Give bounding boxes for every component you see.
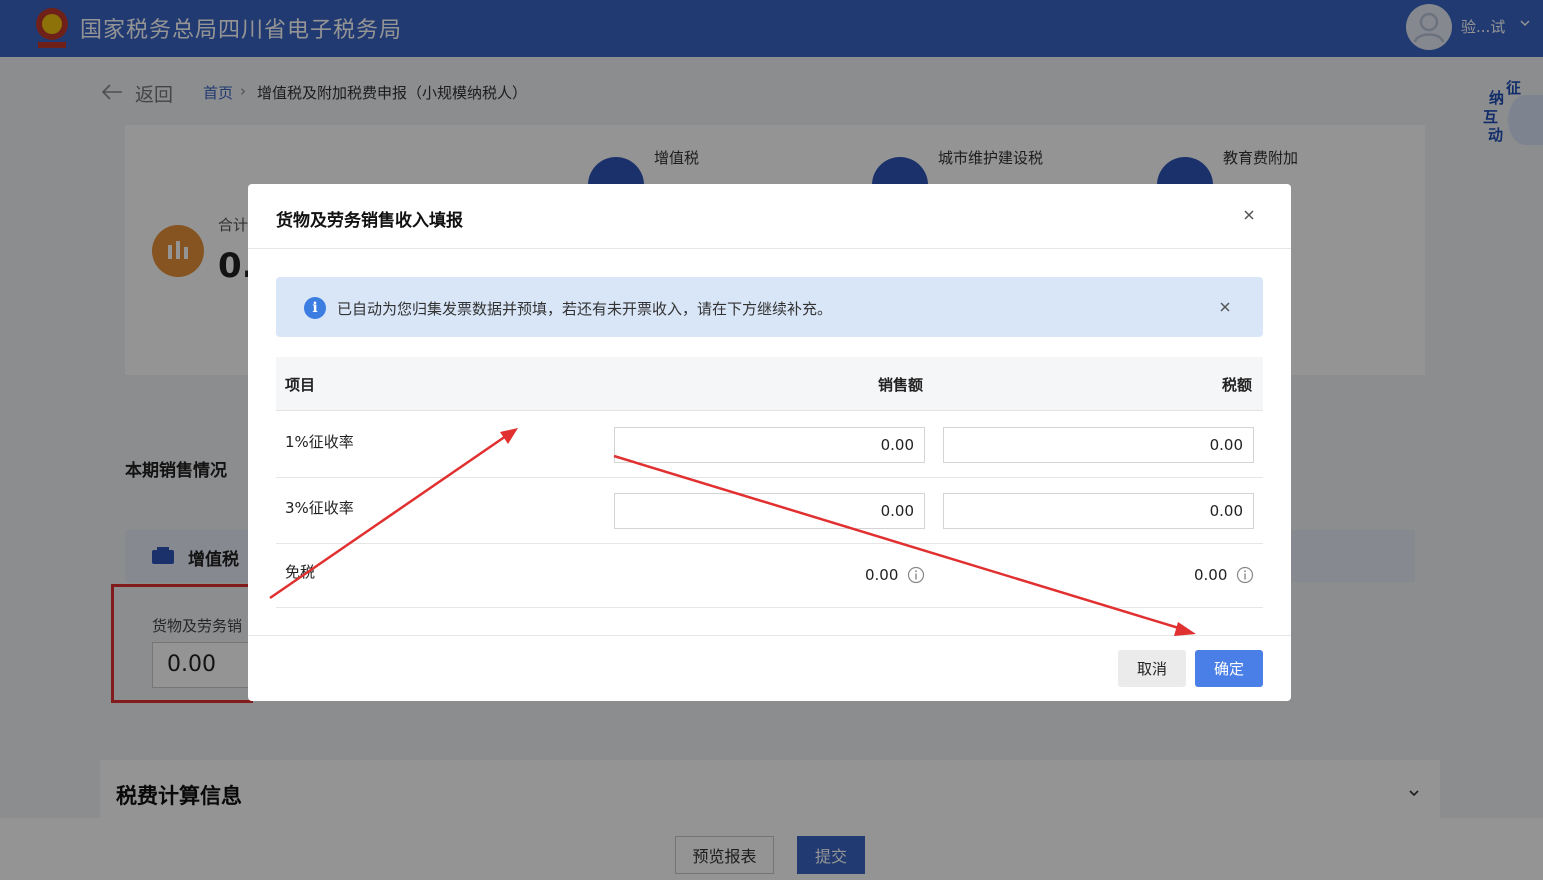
info-circle-icon[interactable] — [1236, 566, 1254, 584]
column-header-tax: 税额 — [1222, 376, 1253, 394]
table-row: 免税 0.00 0.00 — [276, 542, 1263, 608]
info-alert: i 已自动为您归集发票数据并预填，若还有未开票收入，请在下方继续补充。 — [276, 277, 1263, 337]
modal-divider — [248, 248, 1291, 249]
tax-value-exempt: 0.00 — [1194, 566, 1228, 584]
row-label-3pct: 3%征收率 — [285, 499, 354, 517]
row-label-exempt: 免税 — [285, 563, 316, 581]
confirm-button[interactable]: 确定 — [1195, 650, 1263, 687]
close-icon[interactable] — [1242, 208, 1256, 222]
tax-input-1pct[interactable]: 0.00 — [943, 427, 1254, 463]
info-icon: i — [304, 297, 326, 319]
info-circle-icon[interactable] — [907, 566, 925, 584]
sales-input-1pct[interactable]: 0.00 — [614, 427, 925, 463]
modal-footer-divider — [248, 635, 1291, 636]
alert-text: 已自动为您归集发票数据并预填，若还有未开票收入，请在下方继续补充。 — [337, 300, 833, 318]
tax-input-3pct[interactable]: 0.00 — [943, 493, 1254, 529]
sales-input-3pct[interactable]: 0.00 — [614, 493, 925, 529]
sales-value-exempt: 0.00 — [865, 566, 899, 584]
table-row: 1%征收率 0.00 0.00 — [276, 412, 1263, 478]
sales-income-modal: 货物及劳务销售收入填报 i 已自动为您归集发票数据并预填，若还有未开票收入，请在… — [248, 184, 1291, 701]
column-header-item: 项目 — [285, 376, 316, 394]
cancel-button[interactable]: 取消 — [1118, 650, 1186, 687]
table-header: 项目 销售额 税额 — [276, 357, 1263, 411]
column-header-sales: 销售额 — [878, 376, 924, 394]
row-label-1pct: 1%征收率 — [285, 433, 354, 451]
modal-title: 货物及劳务销售收入填报 — [276, 211, 463, 231]
table-row: 3%征收率 0.00 0.00 — [276, 478, 1263, 544]
alert-close-icon[interactable] — [1218, 300, 1232, 314]
